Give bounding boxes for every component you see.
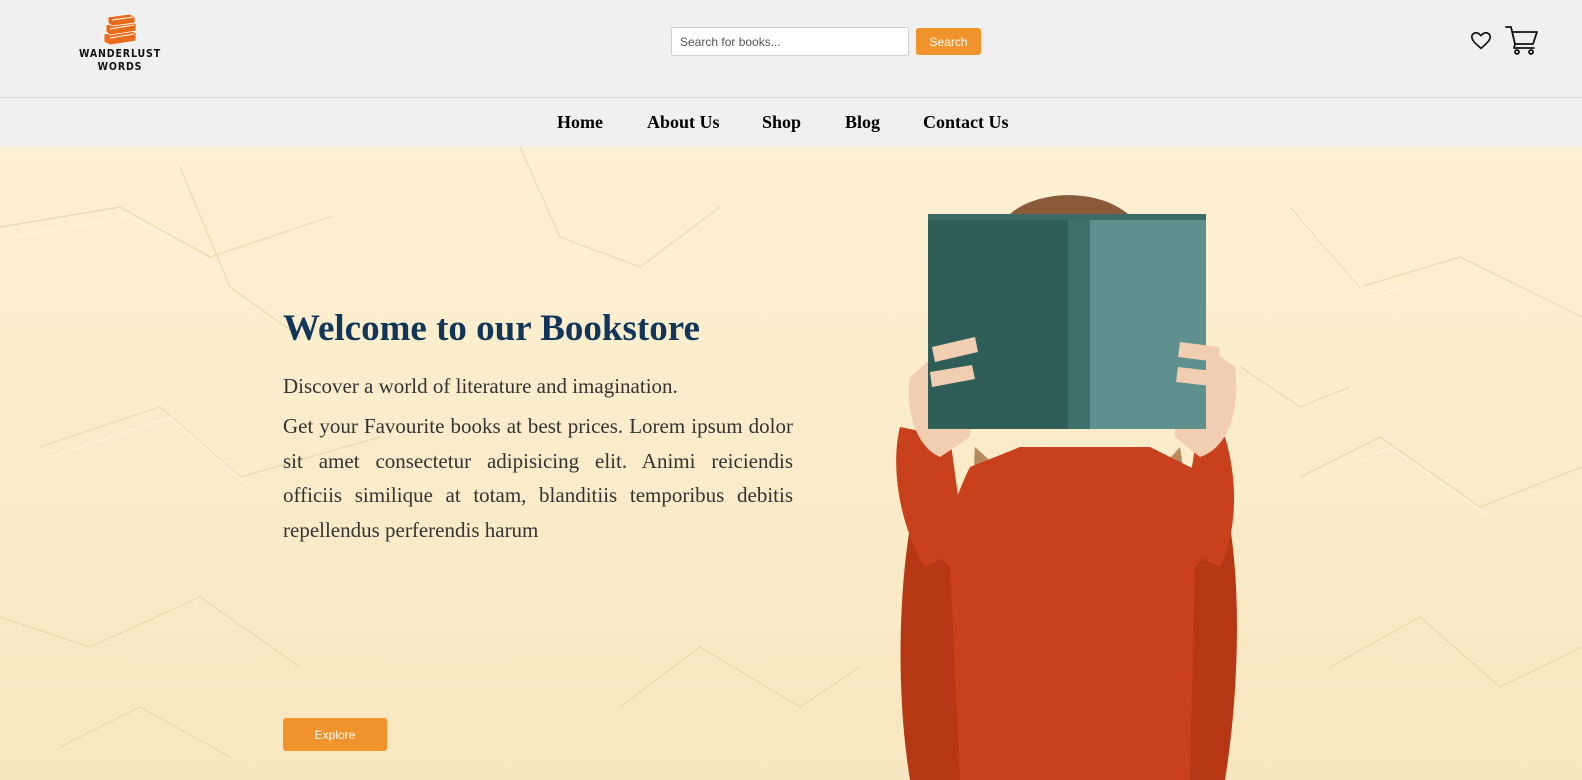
brand-logo[interactable]: WANDERLUST WORDS xyxy=(58,14,182,73)
hero-section: Welcome to our Bookstore Discover a worl… xyxy=(0,147,1582,780)
nav-item-contact-us[interactable]: Contact Us xyxy=(923,112,1009,133)
hero-description: Get your Favourite books at best prices.… xyxy=(283,414,793,542)
book-stack-icon xyxy=(103,14,137,46)
hero-title: Welcome to our Bookstore xyxy=(283,308,700,349)
heart-icon[interactable] xyxy=(1470,30,1492,52)
nav-item-home[interactable]: Home xyxy=(557,112,603,133)
search-button[interactable]: Search xyxy=(916,28,981,55)
explore-button[interactable]: Explore xyxy=(283,718,387,751)
site-header: WANDERLUST WORDS Search xyxy=(0,0,1582,97)
woman-reading-book-image xyxy=(896,195,1237,780)
nav-item-blog[interactable]: Blog xyxy=(845,112,880,133)
nav-item-about-us[interactable]: About Us xyxy=(647,112,720,133)
nav-item-shop[interactable]: Shop xyxy=(762,112,801,133)
brand-name: WANDERLUST WORDS xyxy=(78,47,162,73)
hero-tagline: Discover a world of literature and imagi… xyxy=(283,374,678,398)
main-nav: Home About Us Shop Blog Contact Us xyxy=(0,98,1582,147)
search-input[interactable] xyxy=(671,27,909,56)
cart-icon[interactable] xyxy=(1505,24,1539,56)
